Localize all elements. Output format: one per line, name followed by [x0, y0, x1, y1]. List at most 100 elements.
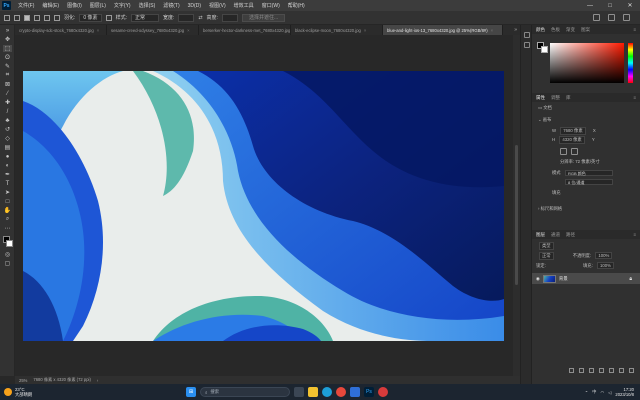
photoshop-taskbar-icon[interactable]: Ps — [364, 387, 374, 397]
tab-patterns[interactable]: 图案 — [581, 27, 590, 33]
menu-edit[interactable]: 编辑(E) — [38, 2, 63, 9]
rulers-grids-section[interactable]: › 标尺和网格 — [532, 206, 640, 212]
layer-row-background[interactable]: ◉ 背景 🔒︎ — [532, 273, 640, 284]
minimize-button[interactable]: — — [580, 0, 600, 11]
tab-channels[interactable]: 通道 — [551, 232, 560, 238]
edge-icon[interactable] — [322, 387, 332, 397]
tab-adjustments[interactable]: 调整 — [551, 95, 560, 101]
actions-panel-icon[interactable] — [524, 42, 530, 48]
swap-icon[interactable]: ⇄ — [198, 15, 202, 21]
hue-slider[interactable] — [628, 43, 633, 83]
eye-icon[interactable]: ◉ — [536, 276, 540, 282]
hand-tool-icon[interactable]: ✋ — [3, 207, 12, 214]
store-icon[interactable] — [350, 387, 360, 397]
clock[interactable]: 17:20 2023/10/8 — [615, 387, 634, 397]
start-icon[interactable]: ⊞ — [186, 387, 196, 397]
network-icon[interactable]: ◠ — [600, 390, 604, 395]
canvas-height-input[interactable]: 4320 像素 — [559, 136, 585, 144]
clone-stamp-icon[interactable]: ♣ — [3, 117, 12, 124]
tab-paths[interactable]: 路径 — [566, 232, 575, 238]
tab-color[interactable]: 颜色 — [536, 27, 545, 33]
menu-window[interactable]: 窗口(W) — [258, 2, 284, 9]
history-panel-icon[interactable] — [524, 32, 530, 38]
lasso-tool-icon[interactable]: ʘ — [3, 54, 12, 61]
document-info[interactable]: 7680 像素 x 4320 像素 (72 ppi) — [33, 377, 91, 383]
tab-gradients[interactable]: 渐变 — [566, 27, 575, 33]
adjustment-layer-icon[interactable] — [599, 367, 604, 373]
canvas-section[interactable]: ⌄ 画布 — [532, 117, 640, 123]
feather-input[interactable]: 0 像素 — [79, 13, 102, 22]
crop-tool-icon[interactable]: ⌗ — [3, 72, 12, 79]
fill-opacity-input[interactable]: 100% — [597, 262, 614, 269]
height-input[interactable] — [221, 13, 238, 22]
photoshop-logo-icon[interactable]: Ps — [2, 1, 11, 10]
gradient-tool-icon[interactable]: ▤ — [3, 144, 12, 151]
tab-libraries[interactable]: 库 — [566, 95, 571, 101]
canvas-scrollbar[interactable] — [513, 35, 520, 376]
tab-layers[interactable]: 图层 — [536, 232, 545, 238]
move-tool-icon[interactable]: ✥ — [3, 36, 12, 43]
layer-kind-select[interactable]: 类型 — [539, 242, 554, 250]
tab-properties[interactable]: 属性 — [536, 95, 545, 101]
taskbar-search[interactable]: ⌕ 搜索 — [200, 387, 290, 397]
background-color-swatch[interactable] — [6, 240, 13, 247]
canvas-width-input[interactable]: 7680 像素 — [560, 127, 586, 135]
menu-layer[interactable]: 图层(L) — [86, 2, 110, 9]
more-tools-icon[interactable]: ⋯ — [3, 225, 12, 232]
trash-icon[interactable] — [629, 367, 634, 373]
collapse-icon[interactable]: » — [3, 27, 12, 34]
menu-plugins[interactable]: 增效工具 — [230, 2, 258, 9]
subtract-selection-icon[interactable] — [44, 14, 50, 21]
workspace-icon[interactable] — [608, 14, 615, 21]
quick-mask-icon[interactable]: ◎ — [3, 251, 12, 258]
frame-tool-icon[interactable]: ⊠ — [3, 81, 12, 88]
group-icon[interactable] — [609, 367, 614, 373]
opacity-input[interactable]: 100% — [595, 252, 613, 259]
layer-style-icon[interactable] — [579, 367, 584, 373]
scrollbar-thumb[interactable] — [515, 145, 518, 285]
healing-brush-icon[interactable]: ✚ — [3, 99, 12, 106]
status-arrow-icon[interactable]: › — [97, 378, 98, 383]
color-picker-field[interactable] — [550, 43, 624, 83]
volume-icon[interactable]: ◁ — [608, 390, 611, 395]
search-icon[interactable] — [593, 14, 600, 21]
marquee-tool-preset-icon[interactable] — [14, 14, 20, 21]
tray-chevron-icon[interactable]: ⌃ — [585, 390, 589, 395]
marquee-tool-icon[interactable]: ⬚ — [3, 45, 12, 52]
close-icon[interactable]: × — [364, 28, 366, 33]
panel-menu-icon[interactable]: ≡ — [633, 27, 636, 32]
close-icon[interactable]: × — [491, 28, 493, 33]
canvas-area[interactable] — [15, 35, 513, 376]
more-tabs-icon[interactable]: » — [511, 25, 520, 35]
brush-tool-icon[interactable]: / — [3, 108, 12, 115]
eyedropper-tool-icon[interactable]: ⁄ — [3, 90, 12, 97]
record-icon[interactable] — [378, 387, 388, 397]
menu-select[interactable]: 选择(S) — [135, 2, 160, 9]
style-select[interactable]: 正常 — [130, 13, 159, 22]
screen-mode-icon[interactable]: ▢ — [3, 260, 12, 267]
menu-3d[interactable]: 3D(D) — [184, 3, 205, 9]
history-brush-icon[interactable]: ↺ — [3, 126, 12, 133]
weather-widget[interactable]: 23°C 大部晴朗 — [0, 387, 90, 397]
select-and-mask-button[interactable]: 选择并遮住... — [241, 13, 286, 22]
new-selection-icon[interactable] — [24, 14, 30, 21]
close-icon[interactable]: × — [187, 28, 189, 33]
add-selection-icon[interactable] — [34, 14, 40, 21]
menu-view[interactable]: 视图(V) — [205, 2, 230, 9]
intersect-selection-icon[interactable] — [54, 14, 60, 21]
tab-black-eclipse[interactable]: black-eclipse-moon_7680x4320.jpg × — [291, 25, 383, 35]
link-layers-icon[interactable] — [569, 367, 574, 373]
rectangle-tool-icon[interactable]: □ — [3, 198, 12, 205]
tab-crypto-display[interactable]: crypto-display-sdc-stock_7680x4320.jpg × — [15, 25, 107, 35]
layer-mask-icon[interactable] — [589, 367, 594, 373]
new-layer-icon[interactable] — [619, 367, 624, 373]
share-icon[interactable] — [623, 14, 630, 21]
task-view-icon[interactable] — [294, 387, 304, 397]
close-icon[interactable]: × — [97, 28, 99, 33]
maximize-button[interactable]: □ — [600, 0, 620, 11]
background-color-chip[interactable] — [541, 46, 548, 53]
tab-swatches[interactable]: 色板 — [551, 27, 560, 33]
menu-filter[interactable]: 滤镜(T) — [159, 2, 183, 9]
portrait-icon[interactable] — [560, 148, 567, 155]
panel-menu-icon[interactable]: ≡ — [633, 232, 636, 237]
